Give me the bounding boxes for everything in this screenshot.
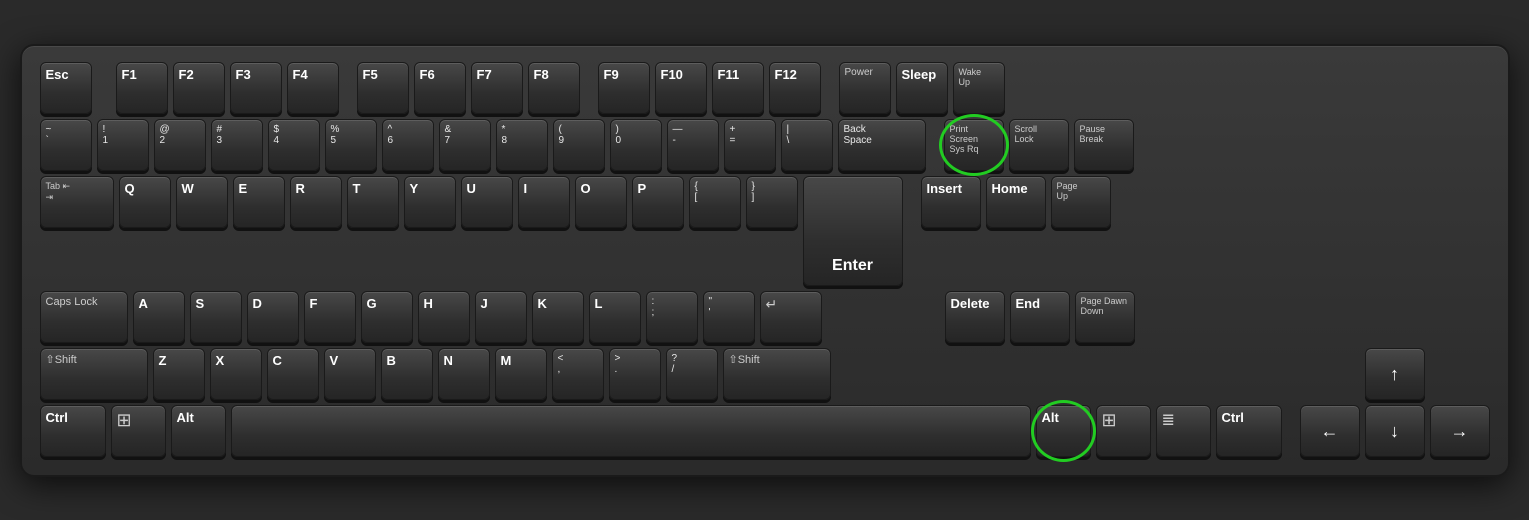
key-left-alt[interactable]: Alt xyxy=(171,405,226,457)
key-y[interactable]: Y xyxy=(404,176,456,228)
key-period[interactable]: > . xyxy=(609,348,661,400)
key-f10[interactable]: F10 xyxy=(655,62,707,114)
key-f2[interactable]: F2 xyxy=(173,62,225,114)
key-menu[interactable]: ≣ xyxy=(1156,405,1211,457)
key-9[interactable]: ( 9 xyxy=(553,119,605,171)
key-7[interactable]: & 7 xyxy=(439,119,491,171)
shift-row: ⇧Shift Z X C V B N M < , > . ? / ⇧Sh xyxy=(40,348,1490,400)
key-3[interactable]: # 3 xyxy=(211,119,263,171)
key-z[interactable]: Z xyxy=(153,348,205,400)
key-5[interactable]: % 5 xyxy=(325,119,377,171)
key-f1[interactable]: F1 xyxy=(116,62,168,114)
key-8[interactable]: * 8 xyxy=(496,119,548,171)
key-backtick[interactable]: ~ ` xyxy=(40,119,92,171)
key-right-bracket[interactable]: } ] xyxy=(746,176,798,228)
key-wakeup[interactable]: Wake Up xyxy=(953,62,1005,114)
key-quote[interactable]: " ' xyxy=(703,291,755,343)
key-minus[interactable]: — - xyxy=(667,119,719,171)
key-2[interactable]: @ 2 xyxy=(154,119,206,171)
key-i[interactable]: I xyxy=(518,176,570,228)
key-left-bracket[interactable]: { [ xyxy=(689,176,741,228)
key-space[interactable] xyxy=(231,405,1031,457)
key-pause[interactable]: Pause Break xyxy=(1074,119,1134,171)
key-k[interactable]: K xyxy=(532,291,584,343)
key-backspace[interactable]: Back Space xyxy=(838,119,926,171)
key-d[interactable]: D xyxy=(247,291,299,343)
key-n[interactable]: N xyxy=(438,348,490,400)
key-s[interactable]: S xyxy=(190,291,242,343)
key-left-win[interactable]: ⊞ xyxy=(111,405,166,457)
key-insert[interactable]: Insert xyxy=(921,176,981,228)
key-right-ctrl[interactable]: Ctrl xyxy=(1216,405,1282,457)
key-p[interactable]: P xyxy=(632,176,684,228)
key-slash[interactable]: ? / xyxy=(666,348,718,400)
key-h[interactable]: H xyxy=(418,291,470,343)
key-enter[interactable]: Enter xyxy=(803,176,903,286)
key-scroll-lock[interactable]: Scroll Lock xyxy=(1009,119,1069,171)
key-l[interactable]: L xyxy=(589,291,641,343)
key-page-down[interactable]: Page Dawn Down xyxy=(1075,291,1135,343)
key-c[interactable]: C xyxy=(267,348,319,400)
key-return-arrow[interactable]: ↵ xyxy=(760,291,822,343)
qwerty-row: Tab ⇤ ⇥ Q W E R T Y U I O P { [ } ] Ente… xyxy=(40,176,1490,286)
key-delete[interactable]: Delete xyxy=(945,291,1005,343)
key-x[interactable]: X xyxy=(210,348,262,400)
key-comma[interactable]: < , xyxy=(552,348,604,400)
key-f5[interactable]: F5 xyxy=(357,62,409,114)
key-left-shift[interactable]: ⇧Shift xyxy=(40,348,148,400)
key-f9[interactable]: F9 xyxy=(598,62,650,114)
key-f4[interactable]: F4 xyxy=(287,62,339,114)
key-f7[interactable]: F7 xyxy=(471,62,523,114)
key-semicolon[interactable]: : ; xyxy=(646,291,698,343)
key-f[interactable]: F xyxy=(304,291,356,343)
key-right-alt[interactable]: Alt xyxy=(1036,405,1091,457)
keyboard: Esc F1 F2 F3 F4 F5 F6 F7 F8 F9 F10 F11 F… xyxy=(20,44,1510,477)
key-w[interactable]: W xyxy=(176,176,228,228)
key-arrow-up[interactable]: ↑ xyxy=(1365,348,1425,400)
asdf-row: Caps Lock A S D F G H J K L : ; " ' ↵ D xyxy=(40,291,1490,343)
key-f12[interactable]: F12 xyxy=(769,62,821,114)
key-f11[interactable]: F11 xyxy=(712,62,764,114)
number-row: ~ ` ! 1 @ 2 # 3 $ 4 xyxy=(40,119,1490,171)
key-j[interactable]: J xyxy=(475,291,527,343)
key-right-shift[interactable]: ⇧Shift xyxy=(723,348,831,400)
key-caps-lock[interactable]: Caps Lock xyxy=(40,291,128,343)
key-4[interactable]: $ 4 xyxy=(268,119,320,171)
key-arrow-left[interactable]: ← xyxy=(1300,405,1360,457)
key-end[interactable]: End xyxy=(1010,291,1070,343)
key-home[interactable]: Home xyxy=(986,176,1046,228)
key-m[interactable]: M xyxy=(495,348,547,400)
key-arrow-right[interactable]: → xyxy=(1430,405,1490,457)
key-f6[interactable]: F6 xyxy=(414,62,466,114)
key-page-up[interactable]: Page Up xyxy=(1051,176,1111,228)
key-1[interactable]: ! 1 xyxy=(97,119,149,171)
key-b[interactable]: B xyxy=(381,348,433,400)
key-0[interactable]: ) 0 xyxy=(610,119,662,171)
function-row: Esc F1 F2 F3 F4 F5 F6 F7 F8 F9 F10 F11 F… xyxy=(40,62,1490,114)
key-a[interactable]: A xyxy=(133,291,185,343)
key-q[interactable]: Q xyxy=(119,176,171,228)
key-sleep[interactable]: Sleep xyxy=(896,62,948,114)
key-v[interactable]: V xyxy=(324,348,376,400)
key-r[interactable]: R xyxy=(290,176,342,228)
key-equals[interactable]: + = xyxy=(724,119,776,171)
key-tab[interactable]: Tab ⇤ ⇥ xyxy=(40,176,114,228)
key-print-screen[interactable]: Print Screen Sys Rq xyxy=(944,119,1004,171)
key-backslash-top[interactable]: | \ xyxy=(781,119,833,171)
key-g[interactable]: G xyxy=(361,291,413,343)
key-o[interactable]: O xyxy=(575,176,627,228)
key-f8[interactable]: F8 xyxy=(528,62,580,114)
modifier-row: Ctrl ⊞ Alt Alt ⊞ ≣ Ctrl ← ↓ → xyxy=(40,405,1490,457)
key-right-win[interactable]: ⊞ xyxy=(1096,405,1151,457)
key-e[interactable]: E xyxy=(233,176,285,228)
key-f3[interactable]: F3 xyxy=(230,62,282,114)
key-esc[interactable]: Esc xyxy=(40,62,92,114)
key-u[interactable]: U xyxy=(461,176,513,228)
key-t[interactable]: T xyxy=(347,176,399,228)
key-arrow-down[interactable]: ↓ xyxy=(1365,405,1425,457)
key-6[interactable]: ^ 6 xyxy=(382,119,434,171)
key-power[interactable]: Power xyxy=(839,62,891,114)
key-left-ctrl[interactable]: Ctrl xyxy=(40,405,106,457)
